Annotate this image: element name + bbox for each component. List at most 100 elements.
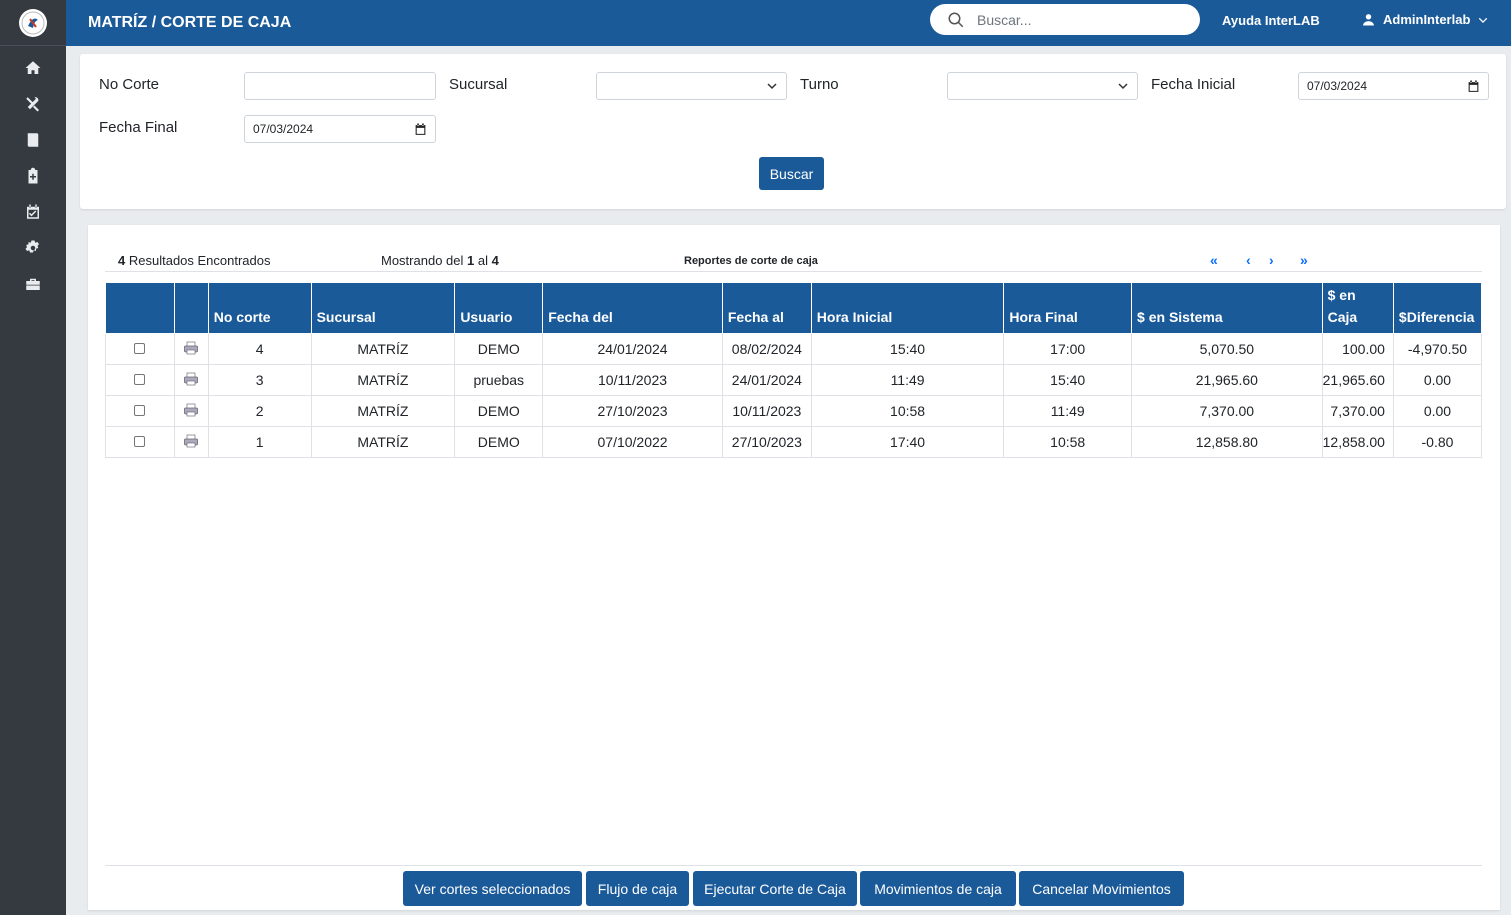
cell-no-corte: 1: [207, 426, 312, 458]
col-hora-inicial[interactable]: Hora Inicial: [810, 282, 1005, 334]
cell-sucursal: MATRÍZ: [310, 333, 456, 365]
cell-fecha-al: 24/01/2024: [721, 364, 812, 396]
next-page-button[interactable]: ›: [1269, 252, 1274, 268]
cell-fecha-del: 27/10/2023: [542, 395, 723, 427]
print-cell: [173, 426, 209, 458]
row-checkbox-cell: [105, 333, 175, 365]
cell-diferencia: 0.00: [1392, 395, 1483, 427]
cell-hora-final: 15:40: [1003, 364, 1133, 396]
search-input[interactable]: [977, 11, 1177, 28]
sucursal-select[interactable]: [596, 72, 787, 100]
cancelar-movimientos-button[interactable]: Cancelar Movimientos: [1019, 871, 1184, 906]
col-sistema[interactable]: $ en Sistema: [1131, 282, 1323, 334]
results-count-label: Resultados Encontrados: [128, 253, 271, 268]
row-checkbox[interactable]: [134, 374, 146, 385]
sidebar-item-home[interactable]: [0, 50, 66, 86]
ejecutar-corte-button[interactable]: Ejecutar Corte de Caja: [693, 871, 857, 906]
fecha-inicial-label: Fecha Inicial: [1151, 76, 1236, 93]
row-checkbox[interactable]: [134, 343, 146, 354]
table-header-row: No corte Sucursal Usuario Fecha del Fech…: [105, 282, 1483, 334]
cell-hora-inicial: 15:40: [810, 333, 1005, 365]
sidebar-item-book[interactable]: [0, 122, 66, 158]
prev-page-button[interactable]: ‹: [1246, 252, 1251, 268]
fecha-final-input[interactable]: 07/03/2024: [244, 115, 436, 143]
sidebar-item-settings[interactable]: [0, 230, 66, 266]
range-prefix: Mostrando del: [381, 253, 464, 268]
sidebar-item-clipboard[interactable]: [0, 158, 66, 194]
cell-diferencia: 0.00: [1392, 364, 1483, 396]
cortes-table: No corte Sucursal Usuario Fecha del Fech…: [105, 282, 1483, 458]
printer-icon[interactable]: [183, 402, 199, 418]
sidebar-item-toolbox[interactable]: [0, 266, 66, 302]
col-diferencia[interactable]: $Diferencia: [1392, 282, 1483, 334]
table-row: 4 MATRÍZ DEMO 24/01/2024 08/02/2024 15:4…: [105, 333, 1483, 365]
cell-hora-final: 17:00: [1003, 333, 1133, 365]
print-cell: [173, 364, 209, 396]
table-row: 2 MATRÍZ DEMO 27/10/2023 10/11/2023 10:5…: [105, 395, 1483, 427]
buscar-button[interactable]: Buscar: [759, 157, 824, 190]
first-page-button[interactable]: «: [1210, 252, 1218, 268]
row-checkbox[interactable]: [134, 436, 146, 447]
user-icon: [1363, 14, 1374, 26]
col-select: [105, 282, 175, 334]
user-menu[interactable]: AdminInterlab: [1362, 12, 1488, 27]
tools-icon: [26, 97, 39, 112]
sidebar-item-calendar[interactable]: [0, 194, 66, 230]
home-icon: [25, 61, 41, 74]
cell-fecha-al: 10/11/2023: [721, 395, 812, 427]
printer-icon[interactable]: [183, 371, 199, 387]
last-page-button[interactable]: »: [1300, 252, 1308, 268]
turno-select[interactable]: [947, 72, 1138, 100]
row-checkbox-cell: [105, 426, 175, 458]
fecha-final-label: Fecha Final: [99, 119, 178, 136]
sidebar-item-tools[interactable]: [0, 86, 66, 122]
range-mid: al: [477, 253, 488, 268]
cell-usuario: DEMO: [454, 426, 544, 458]
row-checkbox-cell: [105, 395, 175, 427]
results-count: 4 Resultados Encontrados: [118, 253, 271, 268]
cell-usuario: pruebas: [454, 364, 544, 396]
col-print: [173, 282, 209, 334]
no-corte-input[interactable]: [244, 72, 436, 100]
ver-cortes-button[interactable]: Ver cortes seleccionados: [403, 871, 582, 906]
sucursal-label: Sucursal: [449, 76, 508, 93]
results-info-bar: 4 Resultados Encontrados Mostrando del 1…: [105, 252, 1482, 272]
fecha-inicial-input[interactable]: 07/03/2024: [1298, 72, 1489, 100]
printer-icon[interactable]: [183, 340, 199, 356]
row-checkbox[interactable]: [134, 405, 146, 416]
app-logo[interactable]: [19, 8, 47, 37]
movimientos-caja-button[interactable]: Movimientos de caja: [860, 871, 1016, 906]
top-header: MATRÍZ / CORTE DE CAJA Ayuda InterLAB Ad…: [66, 0, 1511, 46]
search-box[interactable]: [930, 4, 1200, 35]
cell-usuario: DEMO: [454, 395, 544, 427]
chevron-down-icon: [767, 83, 777, 90]
cell-hora-final: 11:49: [1003, 395, 1133, 427]
col-sucursal[interactable]: Sucursal: [310, 282, 456, 334]
calendar-icon[interactable]: [1467, 80, 1480, 93]
cell-fecha-del: 10/11/2023: [542, 364, 723, 396]
results-range: Mostrando del 1 al 4: [381, 253, 499, 268]
range-to: 4: [491, 253, 499, 268]
cell-no-corte: 3: [207, 364, 312, 396]
col-hora-final[interactable]: Hora Final: [1003, 282, 1133, 334]
printer-icon[interactable]: [183, 433, 199, 449]
results-panel: 4 Resultados Encontrados Mostrando del 1…: [88, 225, 1500, 910]
col-caja[interactable]: $ en Caja: [1321, 282, 1394, 334]
cell-fecha-del: 07/10/2022: [542, 426, 723, 458]
help-link[interactable]: Ayuda InterLAB: [1222, 13, 1320, 28]
cell-caja: 21,965.60: [1321, 364, 1394, 396]
col-usuario[interactable]: Usuario: [454, 282, 544, 334]
col-fecha-del[interactable]: Fecha del: [542, 282, 723, 334]
actions-bar: Ver cortes seleccionados Flujo de caja E…: [105, 865, 1482, 910]
col-fecha-al[interactable]: Fecha al: [721, 282, 812, 334]
sidebar: [0, 0, 66, 915]
cell-diferencia: -4,970.50: [1392, 333, 1483, 365]
flujo-caja-button[interactable]: Flujo de caja: [586, 871, 689, 906]
turno-label: Turno: [800, 76, 839, 93]
cell-sucursal: MATRÍZ: [310, 364, 456, 396]
print-cell: [173, 333, 209, 365]
col-no-corte[interactable]: No corte: [207, 282, 312, 334]
cell-caja: 7,370.00: [1321, 395, 1394, 427]
calendar-icon[interactable]: [414, 123, 427, 136]
clipboard-medical-icon: [28, 167, 38, 184]
